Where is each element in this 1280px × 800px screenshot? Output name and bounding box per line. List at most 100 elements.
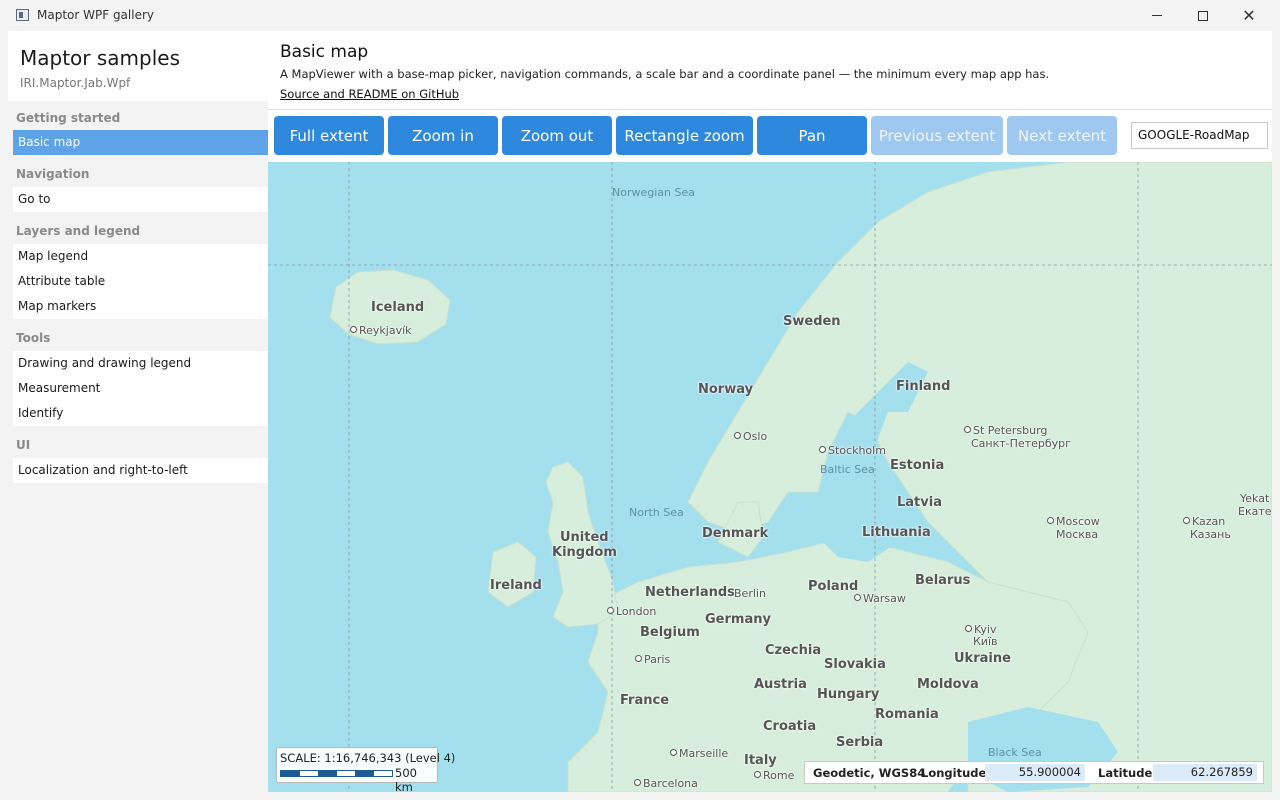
latitude-value: 62.267859 <box>1153 764 1257 781</box>
label-poland: Poland <box>808 579 859 594</box>
label-black-sea: Black Sea <box>988 746 1042 759</box>
label-romania: Romania <box>875 707 939 722</box>
label-belgium: Belgium <box>640 625 700 640</box>
label-baltic-sea: Baltic Sea <box>820 463 875 476</box>
zoom-in-button[interactable]: Zoom in <box>388 116 498 155</box>
label-ireland: Ireland <box>490 578 542 593</box>
sidebar-item-basic-map[interactable]: Basic map <box>13 130 268 155</box>
label-moscow-ru: Москва <box>1056 528 1099 541</box>
label-north-sea: North Sea <box>629 506 684 519</box>
label-finland: Finland <box>896 379 951 394</box>
scale-bar-panel: SCALE: 1:16,746,343 (Level 4) 500 km <box>276 747 455 792</box>
label-estonia: Estonia <box>890 458 945 473</box>
group-tools: Tools <box>16 331 51 345</box>
label-ukraine: Ukraine <box>954 651 1011 666</box>
minimize-button[interactable] <box>1134 0 1180 31</box>
label-marseille: Marseille <box>670 747 728 760</box>
group-ui: UI <box>16 438 31 452</box>
app-window: Maptor WPF gallery ✕ Maptor samples IRI.… <box>0 0 1280 800</box>
label-warsaw: Warsaw <box>854 592 906 605</box>
label-serbia: Serbia <box>836 735 884 750</box>
label-london: London <box>607 605 656 618</box>
label-kyiv-ua: Київ <box>973 635 998 648</box>
minimize-icon <box>1152 15 1162 16</box>
label-moldova: Moldova <box>917 677 979 692</box>
sidebar-header: Maptor samples IRI.Maptor.Jab.Wpf <box>8 31 268 101</box>
label-germany: Germany <box>705 612 771 627</box>
map-toolbar: Full extent Zoom in Zoom out Rectangle z… <box>268 110 1272 162</box>
label-norway: Norway <box>698 382 754 397</box>
label-berlin: Berlin <box>734 587 766 600</box>
sidebar-item-identify[interactable]: Identify <box>13 401 268 426</box>
map-basemap <box>268 162 1272 792</box>
label-paris: Paris <box>635 653 670 666</box>
label-iceland: Iceland <box>371 300 425 315</box>
page-title: Basic map <box>280 42 369 62</box>
label-kingdom: Kingdom <box>552 545 617 560</box>
label-austria: Austria <box>754 677 807 692</box>
full-extent-button[interactable]: Full extent <box>274 116 384 155</box>
label-slovakia: Slovakia <box>824 657 886 672</box>
scale-bar-label: 500 km <box>395 766 417 792</box>
window-bottom-border <box>0 792 1280 800</box>
label-denmark: Denmark <box>702 526 769 541</box>
sidebar-item-localization[interactable]: Localization and right-to-left <box>13 458 268 483</box>
label-belarus: Belarus <box>915 573 971 588</box>
next-extent-button[interactable]: Next extent <box>1007 116 1117 155</box>
label-france: France <box>620 693 670 708</box>
sidebar-title: Maptor samples <box>20 46 180 70</box>
close-button[interactable]: ✕ <box>1226 0 1272 31</box>
maximize-icon <box>1198 10 1208 21</box>
label-st-petersburg: St Petersburg <box>964 424 1047 437</box>
label-st-petersburg-ru: Санкт-Петербург <box>971 437 1071 450</box>
scale-bar <box>280 770 393 777</box>
label-italy: Italy <box>744 753 777 768</box>
label-oslo: Oslo <box>734 430 767 443</box>
page-description: A MapViewer with a base-map picker, navi… <box>280 67 1050 81</box>
label-netherlands: Netherlands <box>645 585 735 600</box>
label-norwegian-sea: Norwegian Sea <box>612 186 695 199</box>
label-moscow: Moscow <box>1047 515 1100 528</box>
group-layers-and-legend: Layers and legend <box>16 224 141 238</box>
github-link[interactable]: Source and README on GitHub <box>280 87 459 101</box>
previous-extent-button[interactable]: Previous extent <box>871 116 1003 155</box>
label-hungary: Hungary <box>817 687 880 702</box>
latitude-label: Latitude: <box>1098 766 1157 780</box>
sidebar: Maptor samples IRI.Maptor.Jab.Wpf Gettin… <box>8 31 268 792</box>
sidebar-item-go-to[interactable]: Go to <box>13 187 268 212</box>
title-bar[interactable]: Maptor WPF gallery ✕ <box>0 0 1280 31</box>
sidebar-item-map-markers[interactable]: Map markers <box>13 294 268 319</box>
label-sweden: Sweden <box>783 314 841 329</box>
label-stockholm: Stockholm <box>819 444 886 457</box>
window-right-border <box>1272 31 1280 800</box>
window-title: Maptor WPF gallery <box>37 8 154 22</box>
label-kazan-ru: Казань <box>1190 528 1231 541</box>
label-latvia: Latvia <box>897 495 942 510</box>
label-czechia: Czechia <box>765 643 822 658</box>
basemap-picker[interactable]: GOOGLE-RoadMap <box>1131 122 1268 149</box>
map-viewer[interactable]: Norwegian Sea Iceland Reykjavík Sweden N… <box>268 162 1272 792</box>
label-yekat-ru: Екате <box>1238 505 1272 518</box>
longitude-value: 55.900004 <box>985 764 1085 781</box>
group-getting-started: Getting started <box>16 111 121 125</box>
scale-text: SCALE: 1:16,746,343 (Level 4) <box>280 751 456 765</box>
coordinate-panel: Geodetic, WGS84 Longitude: 55.900004 Lat… <box>804 761 1264 784</box>
label-kazan: Kazan <box>1183 515 1225 528</box>
sidebar-subtitle: IRI.Maptor.Jab.Wpf <box>20 76 131 90</box>
zoom-out-button[interactable]: Zoom out <box>502 116 612 155</box>
sidebar-item-map-legend[interactable]: Map legend <box>13 244 268 269</box>
sidebar-item-drawing[interactable]: Drawing and drawing legend <box>13 351 268 376</box>
label-croatia: Croatia <box>763 719 817 734</box>
app-icon <box>16 9 29 21</box>
label-rome: Rome <box>754 769 794 782</box>
maximize-button[interactable] <box>1180 0 1226 31</box>
sidebar-item-attribute-table[interactable]: Attribute table <box>13 269 268 294</box>
label-united: United <box>560 530 609 545</box>
rectangle-zoom-button[interactable]: Rectangle zoom <box>616 116 753 155</box>
close-icon: ✕ <box>1242 5 1256 25</box>
group-navigation: Navigation <box>16 167 90 181</box>
label-barcelona: Barcelona <box>634 777 698 790</box>
pan-button[interactable]: Pan <box>757 116 867 155</box>
crs-label[interactable]: Geodetic, WGS84 <box>813 766 925 780</box>
sidebar-item-measurement[interactable]: Measurement <box>13 376 268 401</box>
